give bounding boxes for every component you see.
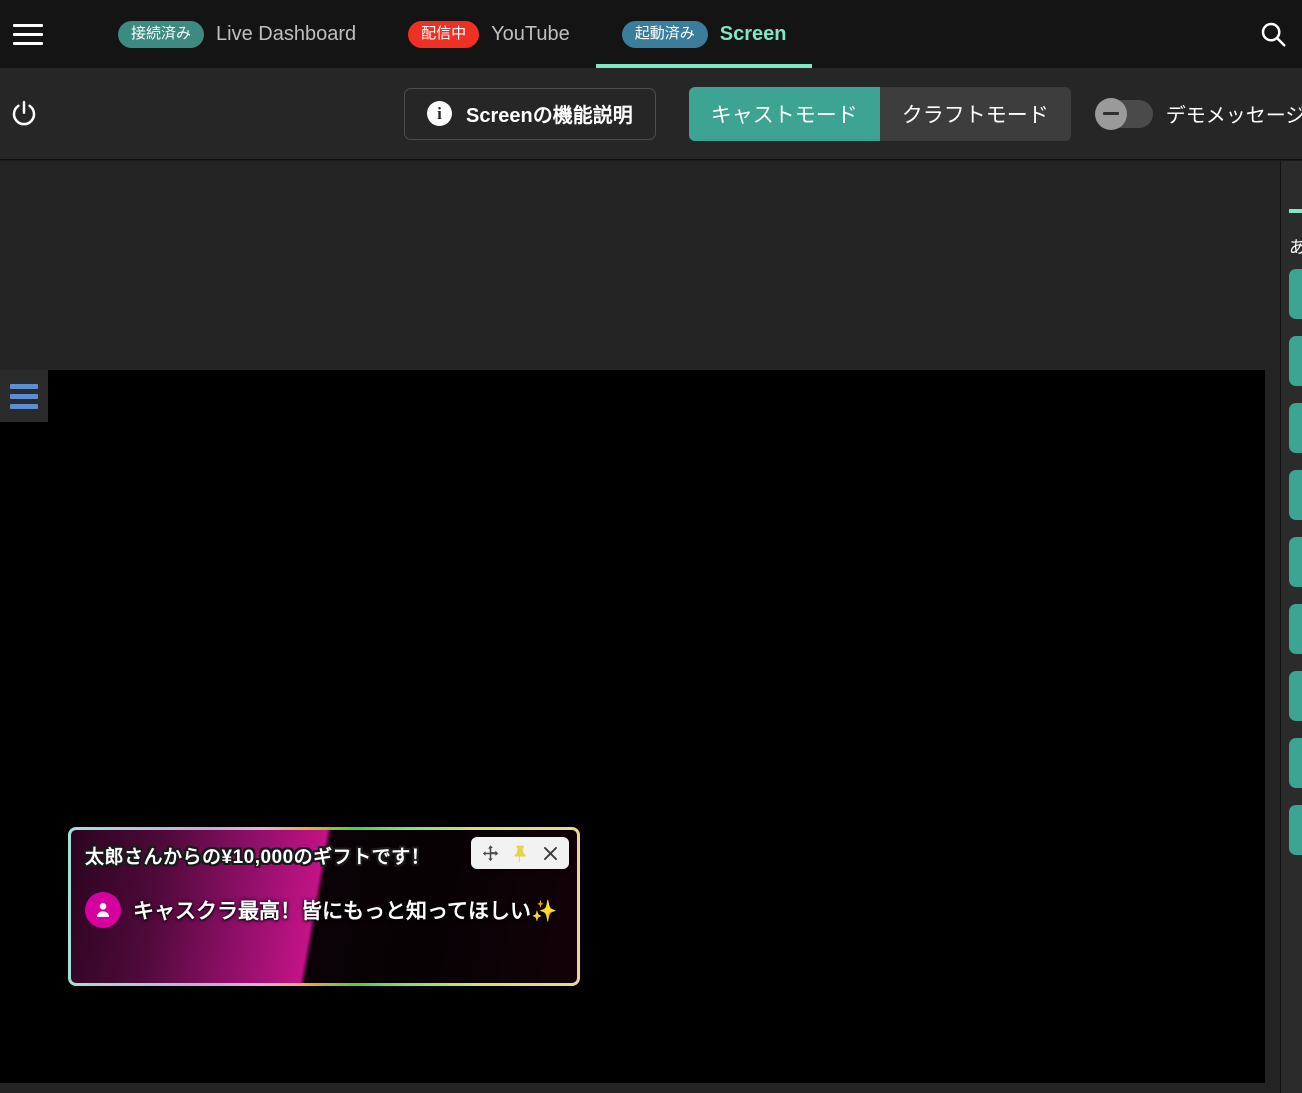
tab-screen[interactable]: 起動済み Screen <box>595 0 813 68</box>
top-header: 接続済み Live Dashboard 配信中 YouTube 起動済み Scr… <box>0 0 1302 68</box>
mode-switch-group: キャストモード クラフトモード <box>688 86 1071 141</box>
cast-mode-button[interactable]: キャストモード <box>688 86 880 141</box>
tab-label: Live Dashboard <box>216 22 357 45</box>
info-button-label: Screenの機能説明 <box>466 105 633 127</box>
panel-item[interactable] <box>1289 738 1302 788</box>
toggle-track[interactable] <box>1094 97 1153 130</box>
demo-toggle-label: デモメッセージを流す <box>1165 105 1302 127</box>
demo-message-toggle[interactable]: デモメッセージを流す <box>1094 97 1302 130</box>
tab-label: Screen <box>719 22 787 45</box>
screen-info-button[interactable]: i Screenの機能説明 <box>404 87 656 140</box>
screen-toolbar: i Screenの機能説明 キャストモード クラフトモード デモメッセージを流す <box>0 68 1302 160</box>
tab-youtube[interactable]: 配信中 YouTube <box>382 0 596 68</box>
gift-notification-card[interactable]: 太郎さんからの¥10,000のギフトです！ キャスクラ最高！皆にもっと知ってほし… <box>68 827 580 986</box>
panel-item-list <box>1289 269 1302 855</box>
panel-item[interactable] <box>1289 403 1302 453</box>
right-side-panel: あ <box>1280 161 1302 1093</box>
user-icon <box>85 892 121 928</box>
power-icon[interactable] <box>4 94 44 134</box>
hamburger-bar <box>13 23 43 27</box>
move-icon[interactable] <box>476 840 504 866</box>
workspace: 太郎さんからの¥10,000のギフトです！ キャスクラ最高！皆にもっと知ってほし… <box>0 161 1302 1093</box>
search-icon[interactable] <box>1244 0 1302 68</box>
panel-item[interactable] <box>1289 269 1302 319</box>
tab-live-dashboard[interactable]: 接続済み Live Dashboard <box>92 0 382 68</box>
tab-label: YouTube <box>491 22 570 45</box>
gift-card-message: キャスクラ最高！皆にもっと知ってほしい✨ <box>133 900 558 923</box>
status-badge: 配信中 <box>408 20 480 48</box>
hamburger-icon[interactable] <box>0 0 56 68</box>
panel-item[interactable] <box>1289 805 1302 855</box>
panel-item[interactable] <box>1289 470 1302 520</box>
panel-accent-bar <box>1289 209 1302 213</box>
app-root: 接続済み Live Dashboard 配信中 YouTube 起動済み Scr… <box>0 0 1302 1093</box>
close-icon[interactable] <box>536 840 564 866</box>
info-icon: i <box>427 101 452 126</box>
gift-card-message-row: キャスクラ最高！皆にもっと知ってほしい✨ <box>85 892 557 928</box>
panel-item[interactable] <box>1289 336 1302 386</box>
hamburger-bar <box>13 32 43 36</box>
panel-item[interactable] <box>1289 671 1302 721</box>
toggle-knob <box>1094 97 1127 130</box>
hamburger-bar <box>10 403 38 409</box>
gift-card-title: 太郎さんからの¥10,000のギフトです！ <box>85 847 431 868</box>
header-tabs: 接続済み Live Dashboard 配信中 YouTube 起動済み Scr… <box>92 0 813 68</box>
hamburger-bar <box>13 41 43 45</box>
gift-card-controls <box>471 837 569 869</box>
panel-item[interactable] <box>1289 604 1302 654</box>
hamburger-bar <box>10 393 38 399</box>
stage-hamburger-icon[interactable] <box>0 370 48 422</box>
panel-item[interactable] <box>1289 537 1302 587</box>
panel-title: あ <box>1289 233 1302 258</box>
status-badge: 接続済み <box>118 20 205 48</box>
status-badge: 起動済み <box>621 20 708 48</box>
screen-stage[interactable]: 太郎さんからの¥10,000のギフトです！ キャスクラ最高！皆にもっと知ってほし… <box>0 370 1265 1083</box>
hamburger-bar <box>10 383 38 389</box>
craft-mode-button[interactable]: クラフトモード <box>879 86 1071 141</box>
gift-card-body: 太郎さんからの¥10,000のギフトです！ キャスクラ最高！皆にもっと知ってほし… <box>71 830 577 983</box>
pin-icon[interactable] <box>506 840 534 866</box>
